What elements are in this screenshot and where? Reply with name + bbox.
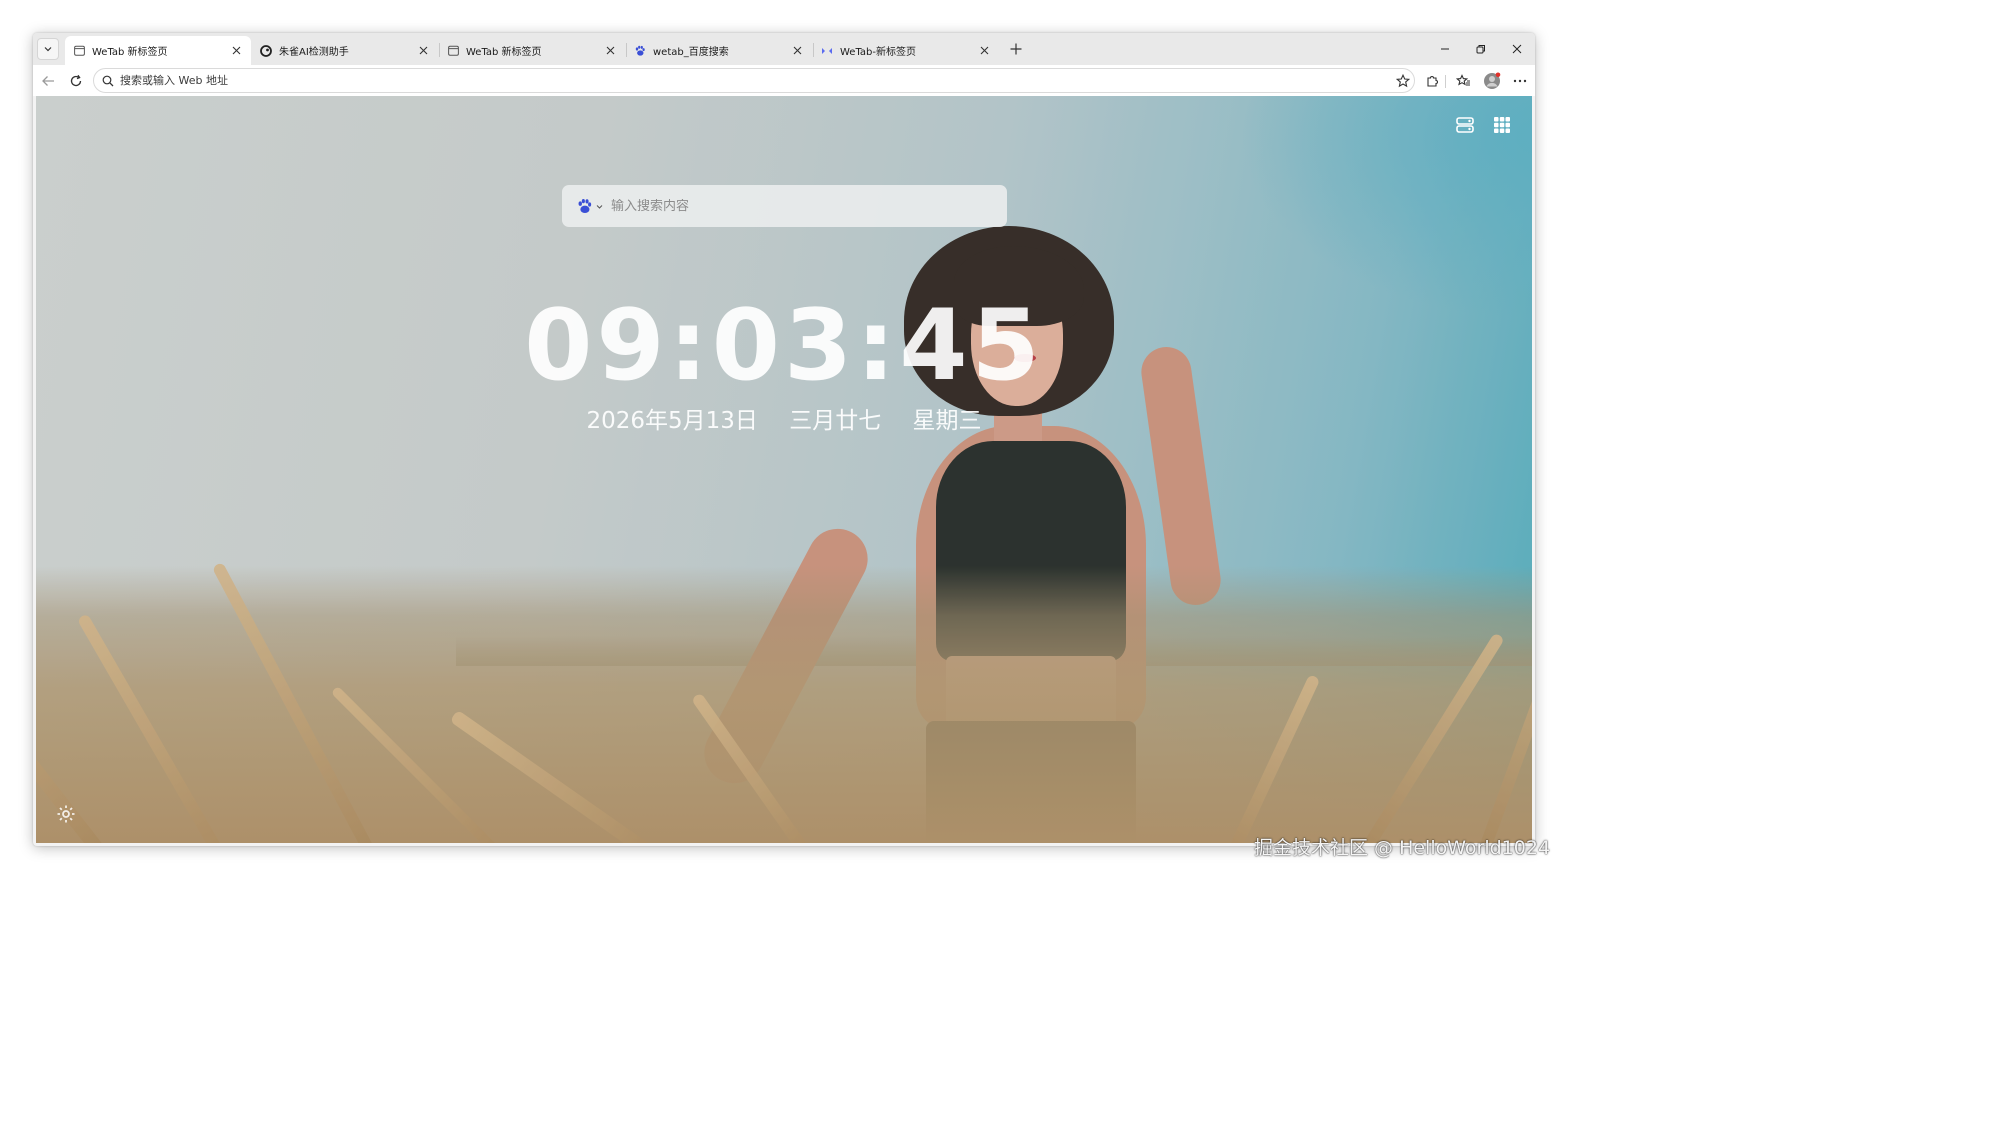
- new-tab-button[interactable]: [1007, 40, 1025, 58]
- close-window-button[interactable]: [1507, 39, 1527, 59]
- close-icon: [1512, 44, 1522, 54]
- search-icon: [102, 75, 114, 86]
- favorite-star-button[interactable]: [1392, 70, 1414, 92]
- restore-button[interactable]: [1471, 39, 1491, 59]
- toolbar-divider: [1445, 75, 1446, 88]
- avatar-icon: [1484, 72, 1501, 89]
- chevron-down-icon: [44, 47, 52, 52]
- minimize-button[interactable]: [1435, 39, 1455, 59]
- more-horizontal-icon: [1513, 79, 1527, 83]
- address-input[interactable]: [120, 74, 1320, 87]
- caret-down-icon: [596, 204, 603, 209]
- sidebar-toggle-button[interactable]: [1454, 114, 1476, 136]
- restore-icon: [1476, 45, 1485, 54]
- tab-title: WeTab-新标签页: [840, 47, 916, 58]
- tab-title: WeTab 新标签页: [92, 47, 168, 58]
- tab-wetab-3[interactable]: WeTab-新标签页: [813, 36, 999, 65]
- address-bar[interactable]: [93, 68, 1415, 93]
- zhuque-icon: [260, 44, 272, 57]
- tab-strip: WeTab 新标签页 朱雀AI检测助手 WeTab 新标签页 wetab_百度搜…: [33, 33, 1535, 65]
- browser-window: WeTab 新标签页 朱雀AI检测助手 WeTab 新标签页 wetab_百度搜…: [33, 33, 1535, 846]
- extensions-button[interactable]: [1421, 70, 1443, 92]
- settings-button[interactable]: [54, 802, 78, 826]
- favorites-button[interactable]: [1452, 70, 1474, 92]
- weekday: 星期三: [912, 408, 982, 434]
- watermark: 掘金技术社区 @ HelloWorld1024: [1254, 837, 1551, 859]
- apps-grid-button[interactable]: [1491, 114, 1513, 136]
- arrow-left-icon: [42, 76, 54, 86]
- close-icon[interactable]: [416, 44, 430, 58]
- close-icon[interactable]: [977, 44, 991, 58]
- close-icon[interactable]: [790, 44, 804, 58]
- layout-cards-icon: [1456, 117, 1474, 133]
- gregorian-date: 2026年5月13日: [586, 408, 758, 434]
- back-button[interactable]: [37, 70, 59, 92]
- minimize-icon: [1441, 48, 1449, 50]
- baidu-paw-icon: [634, 45, 646, 57]
- close-icon[interactable]: [229, 44, 243, 58]
- clock-time: 09:03:45: [524, 289, 1044, 403]
- search-box[interactable]: [562, 185, 1007, 227]
- plus-icon: [1010, 43, 1022, 55]
- puzzle-icon: [1427, 76, 1438, 87]
- reload-button[interactable]: [65, 70, 87, 92]
- search-engine-selector[interactable]: [576, 198, 603, 215]
- close-icon[interactable]: [603, 44, 617, 58]
- new-tab-page: 09:03:45 2026年5月13日 三月廿七 星期三: [36, 96, 1532, 843]
- clock-date: 2026年5月13日 三月廿七 星期三: [36, 406, 1532, 436]
- wetab-logo-icon: [821, 45, 833, 57]
- wetab-page-icon: [447, 45, 459, 57]
- more-menu-button[interactable]: [1509, 70, 1531, 92]
- search-input[interactable]: [611, 198, 981, 214]
- tab-title: wetab_百度搜索: [653, 47, 729, 58]
- wetab-page-icon: [73, 45, 85, 57]
- baidu-paw-icon: [578, 198, 592, 213]
- toolbar: [33, 65, 1535, 96]
- profile-button[interactable]: [1481, 70, 1503, 92]
- tab-wetab-1[interactable]: WeTab 新标签页: [65, 36, 251, 65]
- grid-icon: [1494, 117, 1510, 133]
- star-icon: [1396, 74, 1410, 88]
- lunar-date: 三月廿七: [789, 408, 882, 434]
- tab-title: WeTab 新标签页: [466, 47, 542, 58]
- tab-zhuque[interactable]: 朱雀AI检测助手: [252, 36, 438, 65]
- tab-list-button[interactable]: [37, 38, 59, 60]
- gear-icon: [57, 805, 75, 823]
- tab-wetab-2[interactable]: WeTab 新标签页: [439, 36, 625, 65]
- favorites-icon: [1455, 74, 1470, 86]
- reload-icon: [70, 74, 82, 87]
- tab-title: 朱雀AI检测助手: [279, 47, 349, 58]
- tab-baidu[interactable]: wetab_百度搜索: [626, 36, 812, 65]
